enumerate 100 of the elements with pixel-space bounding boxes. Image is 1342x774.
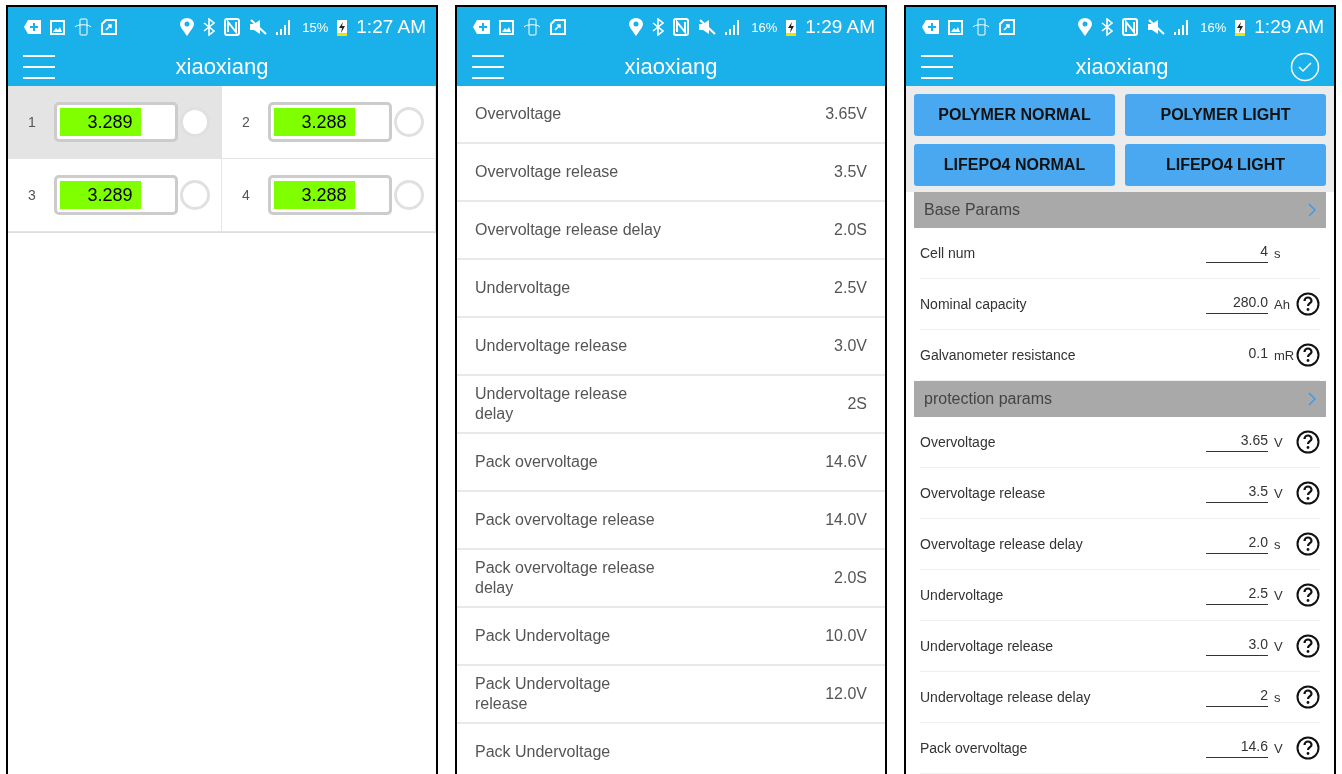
param-label: Cell num xyxy=(920,245,977,261)
clock-time: 1:29 AM xyxy=(1254,16,1324,38)
param-label: Overvoltage release xyxy=(920,485,1047,501)
preset-button[interactable]: POLYMER NORMAL xyxy=(914,94,1115,136)
add-tag-icon xyxy=(473,20,490,34)
preset-button[interactable]: LIFEPO4 LIGHT xyxy=(1125,144,1326,186)
unit-label: V xyxy=(1274,485,1284,501)
unit-label: mR xyxy=(1274,347,1296,363)
nfc-icon xyxy=(224,18,241,36)
param-label: Undervoltage release xyxy=(920,638,1055,654)
value-text: 0.1 xyxy=(1247,345,1268,363)
param-label: Overvoltage release xyxy=(475,162,619,182)
value-input[interactable]: 14.6 xyxy=(1206,738,1268,758)
param-label: Overvoltage xyxy=(920,434,997,450)
screen-share-icon xyxy=(101,19,117,35)
unit-label: V xyxy=(1274,434,1284,450)
nfc-icon xyxy=(673,18,690,36)
param-label: Pack overvoltage release xyxy=(475,510,655,530)
cell-number: 2 xyxy=(242,114,251,130)
help-icon[interactable] xyxy=(1296,430,1320,454)
unit-label: s xyxy=(1274,536,1282,552)
unit-label: V xyxy=(1274,587,1284,603)
unit-label: V xyxy=(1274,638,1284,654)
unit-label: s xyxy=(1274,245,1282,261)
cell-tile[interactable]: 1 3.289 xyxy=(8,86,222,159)
param-label: Overvoltage xyxy=(475,104,562,124)
help-icon[interactable] xyxy=(1296,583,1320,607)
status-circle xyxy=(394,180,424,210)
param-value: 14.0V xyxy=(825,511,867,529)
mute-icon xyxy=(1147,19,1166,35)
help-icon[interactable] xyxy=(1296,292,1320,316)
mute-icon xyxy=(249,19,268,35)
value-input[interactable]: 3.5 xyxy=(1206,483,1268,503)
clock-time: 1:27 AM xyxy=(356,16,426,38)
param-value: 3.5V xyxy=(834,163,867,181)
preset-button[interactable]: LIFEPO4 NORMAL xyxy=(914,144,1115,186)
value-input[interactable]: 3.65 xyxy=(1206,432,1268,452)
voltage-fill: 3.289 xyxy=(60,181,141,209)
unit-label: Ah xyxy=(1274,296,1291,312)
param-label: Undervoltage release delay xyxy=(920,689,1092,705)
value-input[interactable]: 2 xyxy=(1206,687,1268,707)
value-input[interactable]: 3.0 xyxy=(1206,636,1268,656)
param-value: 10.0V xyxy=(825,627,867,645)
param-value: 2.5V xyxy=(834,279,867,297)
confirm-check-icon[interactable] xyxy=(1290,51,1320,82)
help-icon[interactable] xyxy=(1296,634,1320,658)
location-pin-icon xyxy=(629,18,644,36)
add-tag-icon xyxy=(24,20,41,34)
value-input[interactable]: 2.0 xyxy=(1206,534,1268,554)
app-title: xiaoxiang xyxy=(174,53,270,80)
location-pin-icon xyxy=(180,18,195,36)
nfc-icon xyxy=(1122,18,1139,36)
cell-tile[interactable]: 4 3.288 xyxy=(222,159,436,232)
phone-rotate-icon xyxy=(972,18,990,36)
cell-tile[interactable]: 3 3.289 xyxy=(8,159,222,232)
app-title: xiaoxiang xyxy=(623,53,719,80)
param-label: Overvoltage release delay xyxy=(920,536,1084,552)
help-icon[interactable] xyxy=(1296,532,1320,556)
param-value: 2S xyxy=(847,395,867,413)
preset-button[interactable]: POLYMER LIGHT xyxy=(1125,94,1326,136)
param-label: Pack overvoltage xyxy=(475,452,598,472)
screen-share-icon xyxy=(999,19,1015,35)
param-label: Pack Undervoltage xyxy=(475,742,611,762)
mute-icon xyxy=(698,19,717,35)
phone-rotate-icon xyxy=(523,18,541,36)
value-input[interactable]: 4 xyxy=(1206,243,1268,263)
voltage-fill: 3.289 xyxy=(60,108,141,136)
bluetooth-icon xyxy=(1101,18,1114,36)
status-circle xyxy=(180,180,210,210)
help-icon[interactable] xyxy=(1296,736,1320,760)
section-header[interactable]: protection params xyxy=(914,381,1326,417)
help-icon[interactable] xyxy=(1296,343,1320,367)
bluetooth-icon xyxy=(652,18,665,36)
param-label: Undervoltage release xyxy=(475,336,628,356)
battery-percent: 16% xyxy=(751,19,778,35)
section-header[interactable]: Base Params xyxy=(914,192,1326,228)
add-tag-icon xyxy=(922,20,939,34)
clock-time: 1:29 AM xyxy=(805,16,875,38)
image-icon xyxy=(499,19,514,35)
cell-number: 1 xyxy=(28,114,37,130)
param-label: Undervoltage xyxy=(920,587,1005,603)
unit-label: V xyxy=(1274,740,1284,756)
help-icon[interactable] xyxy=(1296,481,1320,505)
location-pin-icon xyxy=(1078,18,1093,36)
value-input[interactable]: 280.0 xyxy=(1206,294,1268,314)
cell-tile[interactable]: 2 3.288 xyxy=(222,86,436,159)
param-label: Undervoltage xyxy=(475,278,571,298)
value-input[interactable]: 2.5 xyxy=(1206,585,1268,605)
battery-percent: 16% xyxy=(1200,19,1227,35)
voltage-fill: 3.288 xyxy=(274,108,355,136)
param-value: 2.0S xyxy=(834,221,867,239)
bluetooth-icon xyxy=(203,18,216,36)
cell-number: 3 xyxy=(28,187,37,203)
voltage-fill: 3.288 xyxy=(274,181,355,209)
screen-share-icon xyxy=(550,19,566,35)
status-circle xyxy=(180,107,210,137)
phone-rotate-icon xyxy=(74,18,92,36)
help-icon[interactable] xyxy=(1296,685,1320,709)
param-label: Pack Undervoltage release xyxy=(475,674,612,714)
param-label: Pack overvoltage xyxy=(920,740,1029,756)
